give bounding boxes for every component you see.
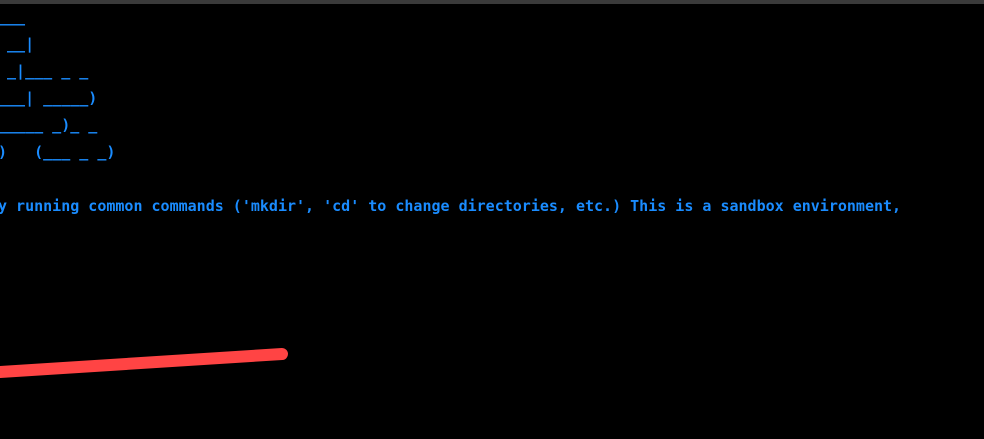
red-annotation-stroke [0,348,288,378]
red-underline-mark [0,348,288,378]
